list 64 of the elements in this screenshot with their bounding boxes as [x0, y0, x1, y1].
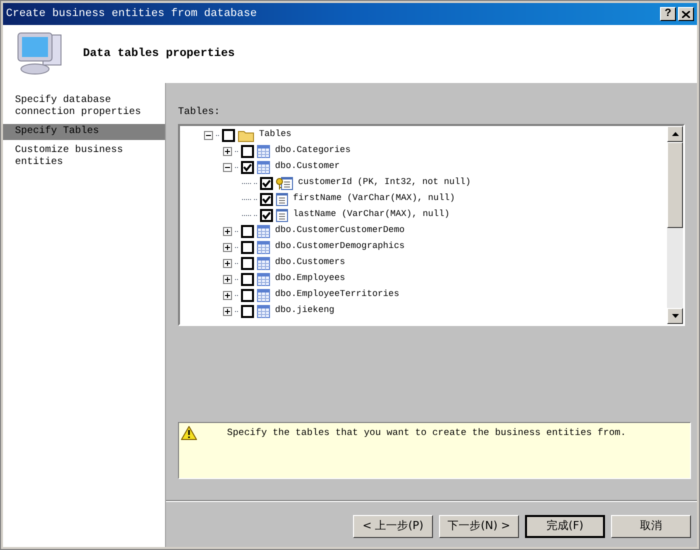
wizard-button[interactable]: 下一步(N) > — [439, 515, 519, 538]
message-text: Specify the tables that you want to create the business entities from. — [227, 426, 626, 440]
checkbox[interactable] — [241, 304, 254, 318]
checkbox[interactable] — [241, 256, 254, 270]
wizard-button[interactable]: 取消 — [611, 515, 691, 538]
tree-item-label[interactable]: dbo.Categories — [275, 144, 351, 158]
tree-item-label[interactable]: firstName (VarChar(MAX), null) — [293, 192, 456, 206]
checkbox[interactable] — [222, 128, 235, 142]
checkbox[interactable] — [241, 240, 254, 254]
column-icon — [276, 208, 288, 222]
tree-item-label[interactable]: dbo.CustomerDemographics — [275, 240, 405, 254]
help-button[interactable]: ? — [660, 7, 676, 21]
tree-item-label[interactable]: dbo.CustomerCustomerDemo — [275, 224, 405, 238]
expander-toggle[interactable] — [204, 130, 213, 140]
checkbox[interactable] — [241, 144, 254, 158]
folder-icon — [238, 128, 254, 142]
checkbox[interactable] — [241, 224, 254, 238]
tree-item-label[interactable]: dbo.EmployeeTerritories — [275, 288, 400, 302]
checkbox[interactable] — [260, 176, 273, 190]
expander-toggle[interactable] — [223, 290, 232, 300]
close-icon — [682, 10, 690, 18]
window-title: Create business entities from database — [6, 6, 258, 22]
table-icon — [257, 256, 270, 270]
checkbox[interactable] — [241, 160, 254, 174]
table-icon — [257, 304, 270, 318]
expander-toggle[interactable] — [223, 226, 232, 236]
expander-toggle[interactable] — [223, 306, 232, 316]
expander-toggle[interactable] — [223, 258, 232, 268]
expander-toggle[interactable] — [223, 146, 232, 156]
tree-item-label[interactable]: dbo.Customers — [275, 256, 346, 270]
table-icon — [257, 288, 270, 302]
checkbox[interactable] — [260, 192, 273, 206]
tree-item-label[interactable]: lastName (VarChar(MAX), null) — [293, 208, 450, 222]
column-icon — [276, 192, 288, 206]
scroll-down-button[interactable] — [667, 308, 683, 324]
warning-icon — [181, 426, 197, 440]
scroll-thumb[interactable] — [667, 142, 683, 228]
expander-toggle[interactable] — [223, 162, 232, 172]
checkbox[interactable] — [241, 272, 254, 286]
wizard-button[interactable]: 完成(F) — [525, 515, 605, 538]
table-icon — [257, 240, 270, 254]
step-item[interactable]: Specify Tables — [3, 124, 165, 140]
tree-item-label[interactable]: customerId (PK, Int32, not null) — [298, 176, 471, 190]
tree-item-label[interactable]: Tables — [259, 128, 292, 142]
expander-toggle[interactable] — [223, 242, 232, 252]
table-icon — [257, 224, 270, 238]
scroll-up-button[interactable] — [667, 126, 683, 142]
tree-item-label[interactable]: dbo.Employees — [275, 272, 346, 286]
page-heading: Data tables properties — [83, 46, 235, 62]
table-icon — [257, 144, 270, 158]
table-icon — [257, 160, 270, 174]
down-arrow-icon — [672, 314, 678, 318]
table-icon — [257, 272, 270, 286]
checkbox[interactable] — [260, 208, 273, 222]
tree-item-label[interactable]: dbo.Customer — [275, 160, 340, 174]
scrollbar[interactable] — [667, 126, 683, 324]
checkbox[interactable] — [241, 288, 254, 302]
up-arrow-icon — [672, 132, 678, 136]
wizard-button[interactable]: < 上一步(P) — [353, 515, 433, 538]
tables-label: Tables: — [178, 106, 222, 120]
tree-item-label[interactable]: dbo.jiekeng — [275, 304, 334, 318]
close-button[interactable] — [678, 7, 694, 21]
expander-toggle[interactable] — [223, 274, 232, 284]
key-column-icon — [276, 176, 293, 190]
